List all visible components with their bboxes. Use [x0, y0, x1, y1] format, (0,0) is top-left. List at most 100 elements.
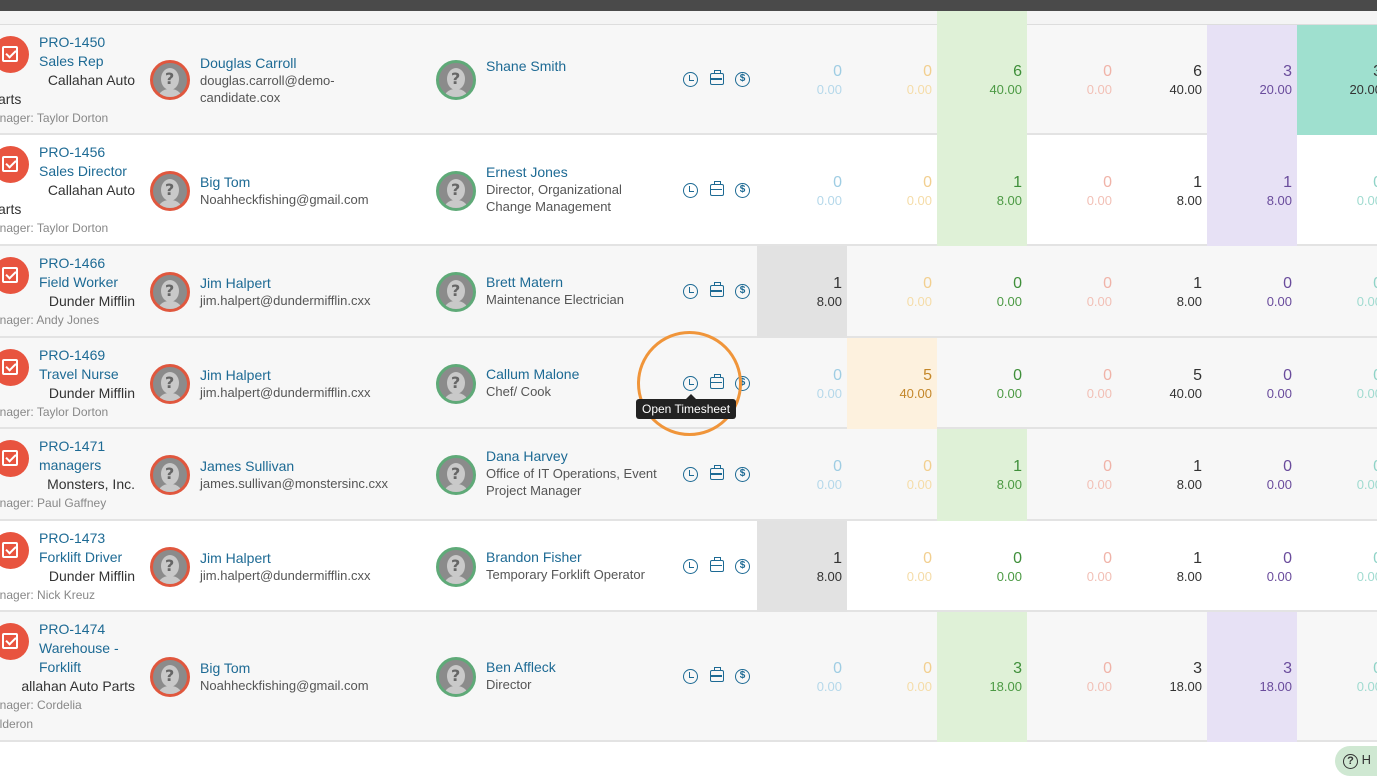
briefcase-icon[interactable] [710, 465, 724, 480]
dollar-icon[interactable]: $ [735, 182, 750, 198]
hours-cell: 1 8.00 [937, 457, 1027, 493]
placement-code-link[interactable]: PRO-1456 [0, 143, 145, 162]
hour-total: 8.00 [996, 477, 1022, 492]
job-title-link[interactable]: Warehouse - [0, 639, 145, 658]
hours-cell: 00.00 [937, 274, 1027, 310]
dollar-icon[interactable]: $ [735, 558, 750, 574]
briefcase-icon[interactable] [710, 282, 724, 297]
contact-name-link[interactable]: Ernest Jones [486, 164, 676, 181]
row-actions: $ [683, 282, 753, 300]
hours-cell: 6 40.00 [1117, 62, 1207, 98]
hours-cell: 00.00 [1207, 274, 1297, 310]
hour-total: 20.00 [1259, 82, 1292, 97]
day-count: 0 [833, 173, 842, 191]
day-count: 0 [833, 458, 842, 475]
clock-icon[interactable] [683, 284, 698, 299]
placement-code-link[interactable]: PRO-1469 [0, 346, 145, 365]
candidate-name-link[interactable]: Big Tom [200, 174, 369, 191]
day-count: 0 [923, 275, 932, 292]
candidate-info: Douglas Carroll douglas.carroll@demo-cand… [200, 55, 335, 106]
job-title-link[interactable]: Travel Nurse [0, 365, 145, 384]
contact-name-link[interactable]: Ben Affleck [486, 659, 676, 676]
candidate-name-link[interactable]: Jim Halpert [200, 367, 370, 384]
candidate-name-link[interactable]: Jim Halpert [200, 275, 370, 292]
briefcase-icon[interactable] [710, 667, 724, 682]
dollar-icon[interactable]: $ [735, 669, 750, 684]
candidate-email: candidate.cox [200, 90, 281, 105]
candidate-avatar[interactable] [150, 363, 190, 404]
candidate-avatar[interactable] [150, 546, 190, 587]
briefcase-icon[interactable] [710, 70, 724, 85]
hour-total: 0.00 [1266, 568, 1292, 584]
job-title-link[interactable]: Sales Director [0, 162, 145, 181]
candidate-name-link[interactable]: Jim Halpert [200, 550, 370, 567]
company-name: Monsters, Inc. [47, 476, 135, 492]
clock-icon[interactable] [683, 669, 698, 684]
dollar-icon[interactable]: $ [735, 72, 750, 87]
candidate-name-link[interactable]: Douglas Carroll [200, 55, 335, 72]
candidate-avatar[interactable] [150, 170, 190, 211]
job-title-link[interactable]: Forklift [0, 658, 145, 677]
day-count: 0 [1013, 366, 1022, 384]
hour-total: 18.00 [1169, 679, 1202, 694]
clock-icon[interactable] [683, 182, 698, 198]
contact-name-link[interactable]: Dana Harvey [486, 448, 676, 465]
hours-cell: 00.00 [847, 173, 937, 209]
job-title-link[interactable]: Field Worker [0, 273, 145, 292]
clock-icon[interactable] [683, 467, 698, 482]
dollar-icon[interactable]: $ [735, 284, 750, 299]
hours-cell: 1 8.00 [1117, 274, 1207, 310]
hours-cell: 00.00 [847, 62, 937, 98]
candidate-name-link[interactable]: Big Tom [200, 660, 369, 677]
candidate-info: Big Tom Noahheckfishing@gmail.com [200, 660, 369, 694]
contact-avatar[interactable] [436, 657, 476, 697]
candidate-email: douglas.carroll@demo- [200, 73, 335, 88]
candidate-email: jim.halpert@dundermifflin.cxx [200, 293, 371, 308]
briefcase-icon[interactable] [710, 556, 724, 572]
clock-icon[interactable] [683, 558, 698, 574]
help-button[interactable]: ? H [1335, 746, 1377, 776]
hour-total: 0.00 [1086, 477, 1112, 492]
candidate-name-link[interactable]: James Sullivan [200, 458, 388, 475]
contact-avatar[interactable] [436, 363, 476, 404]
highlight-ring [637, 331, 742, 436]
candidate-avatar[interactable] [150, 657, 190, 697]
placement-code-link[interactable]: PRO-1471 [0, 437, 145, 456]
contact-name-link[interactable]: Brandon Fisher [486, 549, 676, 566]
candidate-avatar[interactable] [150, 272, 190, 312]
dollar-icon[interactable]: $ [735, 467, 750, 482]
job-title-link[interactable]: Sales Rep [0, 52, 145, 71]
hours-cell: 00.00 [1297, 173, 1377, 209]
hour-total: 8.00 [1176, 192, 1202, 208]
hour-total: 0.00 [816, 679, 842, 694]
contact-name-link[interactable]: Brett Matern [486, 274, 676, 291]
candidate-avatar[interactable] [150, 455, 190, 495]
clock-icon[interactable] [683, 72, 698, 87]
hours-cell: 00.00 [1207, 457, 1297, 493]
placement-code-link[interactable]: PRO-1450 [0, 33, 145, 52]
placement-info: PRO-1456 Sales Director Callahan Auto arts a… [0, 143, 145, 238]
contact-avatar[interactable] [436, 60, 476, 100]
contact-avatar[interactable] [436, 170, 476, 211]
job-title-link[interactable]: managers [0, 456, 145, 475]
day-count: 0 [1283, 275, 1292, 292]
placement-info: PRO-1471 managers Monsters, Inc. anager: Pa… [0, 437, 145, 513]
placement-code-link[interactable]: PRO-1474 [0, 620, 145, 639]
hours-cell: 5 40.00 [1117, 366, 1207, 402]
row-actions: $ [683, 556, 753, 575]
contact-name-link[interactable]: Shane Smith [486, 58, 676, 75]
contact-avatar[interactable] [436, 455, 476, 495]
hours-cell: 00.00 [1207, 549, 1297, 585]
contact-avatar[interactable] [436, 546, 476, 587]
job-title-link[interactable]: Forklift Driver [0, 548, 145, 567]
placement-code-link[interactable]: PRO-1466 [0, 254, 145, 273]
contact-avatar[interactable] [436, 272, 476, 312]
placement-code-link[interactable]: PRO-1473 [0, 529, 145, 548]
contact-info: Dana Harvey Office of IT Operations, Even… [486, 448, 676, 499]
hour-total: 0.00 [1356, 294, 1377, 309]
day-count: 3 [1193, 660, 1202, 677]
hours-cell: 00.00 [847, 274, 937, 310]
briefcase-icon[interactable] [710, 180, 724, 196]
contact-title: Director [486, 677, 532, 692]
candidate-avatar[interactable] [150, 60, 190, 100]
